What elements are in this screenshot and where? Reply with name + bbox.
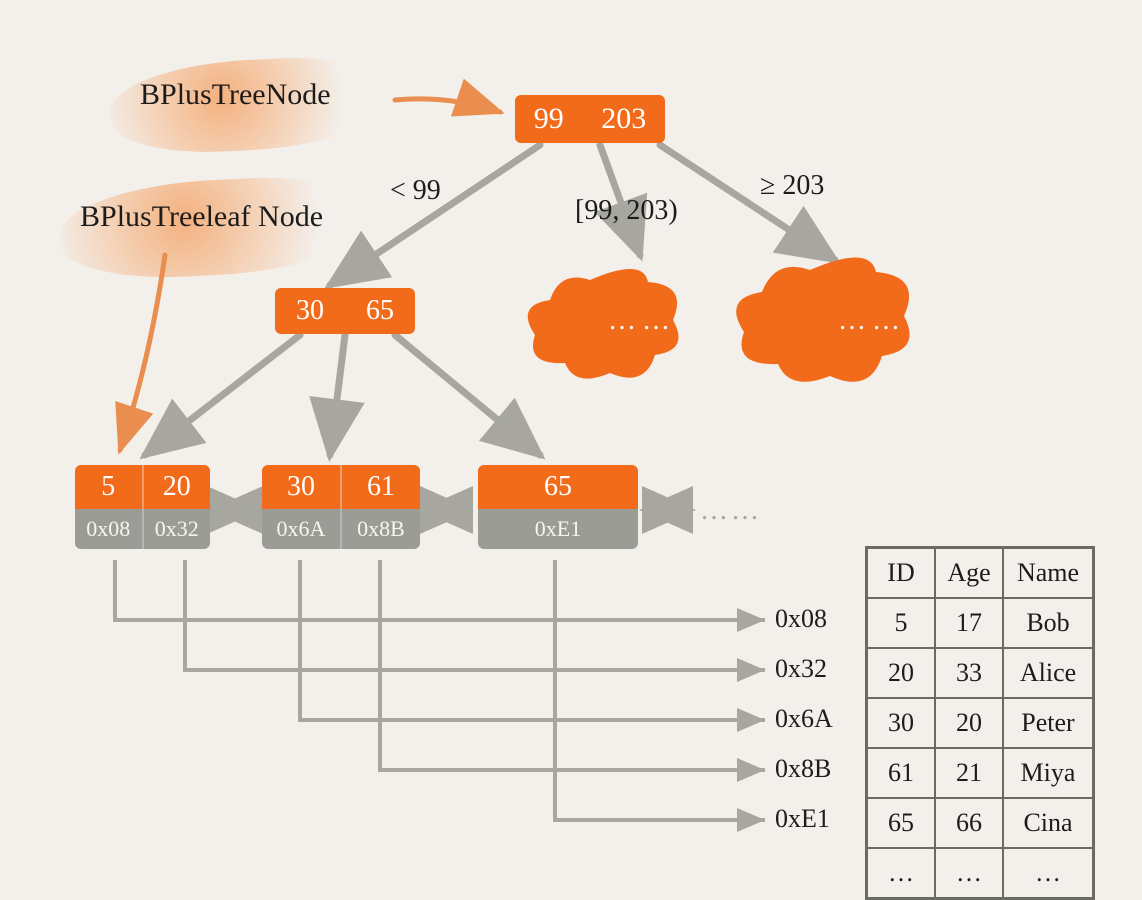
leaf1-key-1: 20: [144, 465, 211, 509]
table-row: 17: [936, 599, 1004, 649]
data-table: ID Age Name 5 17 Bob 20 33 Alice 30 20 P…: [865, 546, 1095, 900]
table-row: Peter: [1004, 699, 1092, 749]
edge-label-right: ≥ 203: [760, 170, 824, 202]
table-row: Bob: [1004, 599, 1092, 649]
cloud-dots-1: ……: [608, 305, 676, 337]
th-name: Name: [1004, 549, 1092, 599]
row-addr-1: 0x32: [775, 654, 827, 684]
root-key-1: 203: [601, 102, 646, 136]
table-row: …: [936, 849, 1004, 897]
leaf-node-2: 30 61 0x6A 0x8B: [262, 465, 420, 549]
internal2-key-0: 30: [296, 295, 324, 327]
row-addr-4: 0xE1: [775, 804, 830, 834]
leaf1-key-0: 5: [75, 465, 144, 509]
leaf1-addr-1: 0x32: [144, 509, 211, 549]
table-row: 30: [868, 699, 936, 749]
table-row: Alice: [1004, 649, 1092, 699]
table-row: 21: [936, 749, 1004, 799]
edge-label-left: < 99: [390, 175, 441, 207]
row-addr-2: 0x6A: [775, 704, 833, 734]
table-row: …: [868, 849, 936, 897]
th-age: Age: [936, 549, 1004, 599]
leaf1-addr-0: 0x08: [75, 509, 144, 549]
leaf3-addr-0: 0xE1: [478, 509, 638, 549]
table-row: 20: [868, 649, 936, 699]
table-row: …: [1004, 849, 1092, 897]
leaf-node-3: 65 0xE1: [478, 465, 638, 549]
leaf2-addr-1: 0x8B: [342, 509, 420, 549]
trailing-dots: ……: [700, 495, 762, 527]
root-key-0: 99: [534, 102, 564, 136]
table-row: 65: [868, 799, 936, 849]
cloud-dots-2: ……: [838, 305, 906, 337]
leaf2-key-1: 61: [342, 465, 420, 509]
leaf-node-1: 5 20 0x08 0x32: [75, 465, 210, 549]
table-row: 20: [936, 699, 1004, 749]
internal2-key-1: 65: [366, 295, 394, 327]
table-row: 66: [936, 799, 1004, 849]
table-row: 61: [868, 749, 936, 799]
leaf3-key-0: 65: [478, 465, 638, 509]
internal-node-2: 30 65: [275, 288, 415, 334]
table-row: Cina: [1004, 799, 1092, 849]
table-row: Miya: [1004, 749, 1092, 799]
edge-label-mid: [99, 203): [575, 195, 678, 227]
row-addr-0: 0x08: [775, 604, 827, 634]
leaf2-addr-0: 0x6A: [262, 509, 342, 549]
table-row: 33: [936, 649, 1004, 699]
row-addr-3: 0x8B: [775, 754, 831, 784]
table-row: 5: [868, 599, 936, 649]
root-node: 99 203: [515, 95, 665, 143]
th-id: ID: [868, 549, 936, 599]
leaf2-key-0: 30: [262, 465, 342, 509]
